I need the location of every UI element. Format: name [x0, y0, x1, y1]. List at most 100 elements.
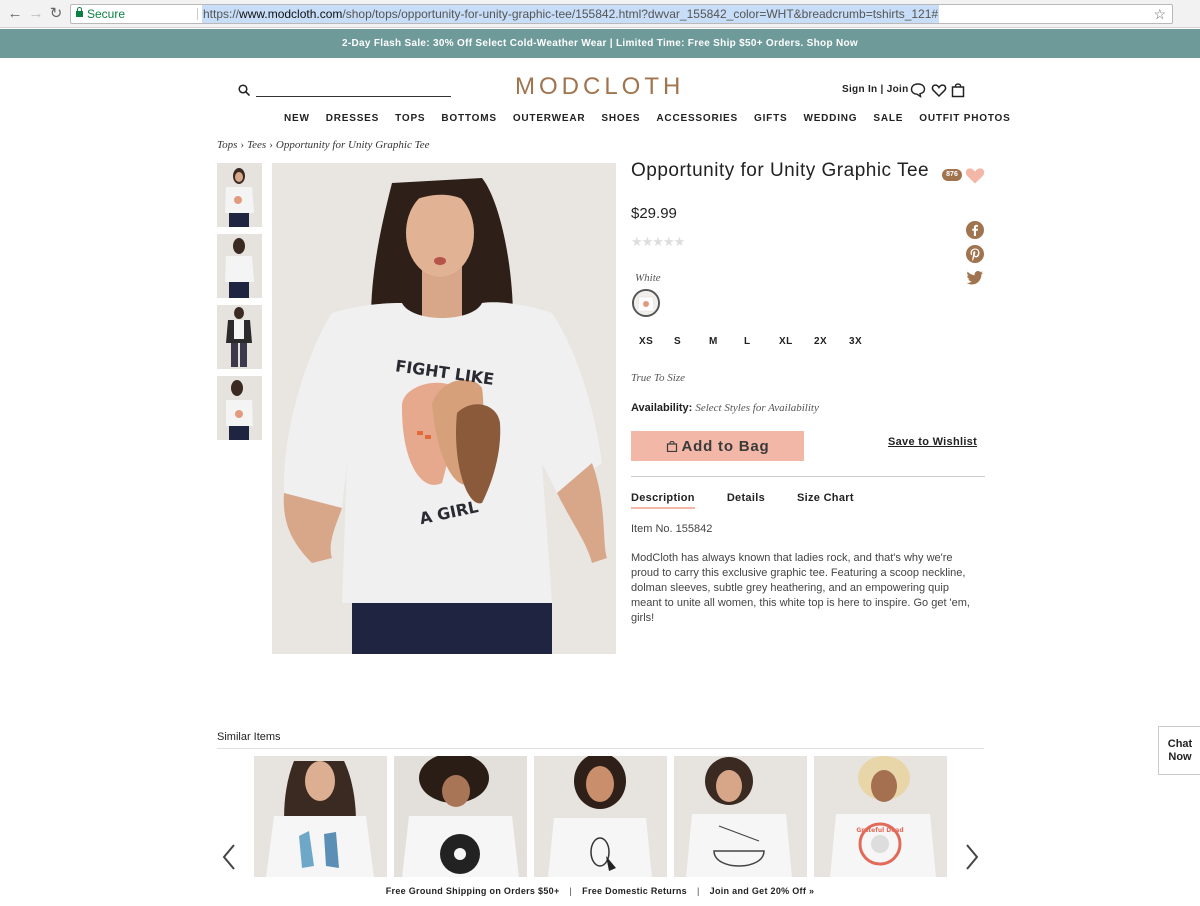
availability: Availability: Select Styles for Availabil…	[631, 402, 819, 414]
favorite-heart-icon[interactable]	[964, 164, 986, 186]
breadcrumb: Tops › Tees › Opportunity for Unity Graphic …	[217, 139, 430, 151]
product-price: $29.99	[631, 205, 677, 222]
nav-tops[interactable]: TOPS	[395, 113, 425, 124]
nav-gifts[interactable]: GIFTS	[754, 113, 787, 124]
size-selector: XS S M L XL 2X 3X	[639, 336, 884, 347]
model-outfit-image	[217, 305, 262, 369]
nav-shoes[interactable]: SHOES	[601, 113, 640, 124]
similar-item-4[interactable]	[674, 756, 807, 878]
add-to-bag-label: Add to Bag	[681, 437, 770, 455]
breadcrumb-current: Opportunity for Unity Graphic Tee	[275, 139, 430, 151]
size-xs[interactable]: XS	[639, 336, 674, 347]
similar-item-4-image	[674, 756, 807, 878]
thumbnail-outfit[interactable]	[217, 305, 262, 369]
availability-value: Select Styles for Availability	[695, 402, 819, 414]
nav-outfit-photos[interactable]: OUTFIT PHOTOS	[919, 113, 1010, 124]
chat-bubble-icon[interactable]	[910, 82, 926, 98]
similar-items-heading: Similar Items	[217, 731, 281, 743]
model-back-image	[217, 234, 262, 298]
nav-dresses[interactable]: DRESSES	[326, 113, 379, 124]
size-2x[interactable]: 2X	[814, 336, 849, 347]
nav-accessories[interactable]: ACCESSORIES	[656, 113, 738, 124]
footer-returns[interactable]: Free Domestic Returns	[582, 886, 687, 896]
join-link[interactable]: Join	[887, 84, 909, 95]
swatch-tee-image	[634, 291, 658, 315]
shopping-bag-icon[interactable]	[950, 82, 966, 98]
similar-item-2[interactable]	[394, 756, 527, 878]
nav-wedding[interactable]: WEDDING	[803, 113, 857, 124]
bookmark-star-icon[interactable]: ☆	[1153, 5, 1166, 23]
thumbnail-front[interactable]	[217, 163, 262, 227]
wishlist-count-badge: 876	[942, 169, 962, 181]
save-to-wishlist-link[interactable]: Save to Wishlist	[888, 436, 977, 448]
forward-icon[interactable]: →	[27, 5, 45, 23]
search-icon[interactable]	[238, 84, 250, 96]
size-xl[interactable]: XL	[779, 336, 814, 347]
product-tabs: Description Details Size Chart	[631, 492, 886, 509]
size-3x[interactable]: 3X	[849, 336, 884, 347]
sign-in-link[interactable]: Sign In	[842, 84, 877, 95]
breadcrumb-tops[interactable]: Tops	[217, 139, 237, 151]
similar-item-3[interactable]	[534, 756, 667, 878]
availability-label: Availability:	[631, 402, 693, 414]
similar-divider	[217, 748, 984, 749]
bag-icon	[666, 440, 677, 452]
tab-description[interactable]: Description	[631, 492, 695, 509]
main-product-image[interactable]: FIGHT LIKE A GIRL	[272, 163, 616, 654]
twitter-icon[interactable]	[966, 269, 984, 287]
divider	[631, 476, 985, 477]
size-l[interactable]: L	[744, 336, 779, 347]
thumbnail-side[interactable]	[217, 376, 262, 440]
similar-item-1-image	[254, 756, 387, 878]
thumbnail-back[interactable]	[217, 234, 262, 298]
product-title: Opportunity for Unity Graphic Tee	[631, 160, 930, 181]
carousel-prev-icon[interactable]	[219, 842, 239, 872]
add-to-bag-button[interactable]: Add to Bag	[631, 431, 804, 461]
lock-icon	[76, 7, 83, 17]
main-nav: NEW DRESSES TOPS BOTTOMS OUTERWEAR SHOES…	[284, 113, 1027, 124]
similar-item-3-image	[534, 756, 667, 878]
account-links: Sign In | Join	[842, 84, 909, 95]
rating-stars[interactable]: ★★★★★	[631, 234, 685, 250]
wishlist-heart-icon[interactable]	[931, 82, 947, 98]
address-bar[interactable]: Secure https://www.modcloth.com/shop/top…	[70, 4, 1173, 24]
model-front-image	[217, 163, 262, 227]
reload-icon[interactable]: ↻	[47, 5, 65, 23]
logo[interactable]: MODCLOTH	[515, 73, 684, 101]
browser-toolbar: ← → ↻ Secure https://www.modcloth.com/sh…	[0, 0, 1200, 28]
nav-sale[interactable]: SALE	[873, 113, 903, 124]
similar-item-5-image: Grateful Dead	[814, 756, 947, 878]
search-input[interactable]	[256, 96, 451, 97]
secure-indicator[interactable]: Secure	[76, 5, 125, 23]
similar-item-2-image	[394, 756, 527, 878]
similar-item-1[interactable]	[254, 756, 387, 878]
selected-color-name: White	[635, 272, 661, 284]
item-number: Item No. 155842	[631, 523, 713, 535]
facebook-icon[interactable]	[966, 221, 984, 239]
product-description: ModCloth has always known that ladies ro…	[631, 552, 970, 624]
size-s[interactable]: S	[674, 336, 709, 347]
size-m[interactable]: M	[709, 336, 744, 347]
promo-banner[interactable]: 2-Day Flash Sale: 30% Off Select Cold-We…	[0, 29, 1200, 58]
url-text[interactable]: https://www.modcloth.com/shop/tops/oppor…	[202, 5, 940, 23]
model-wearing-tee-image: FIGHT LIKE A GIRL	[272, 163, 616, 654]
similar-item-5-shirt-text: Grateful Dead	[856, 827, 903, 834]
footer-join[interactable]: Join and Get 20% Off »	[710, 886, 815, 896]
footer-shipping[interactable]: Free Ground Shipping on Orders $50+	[386, 886, 560, 896]
tab-size-chart[interactable]: Size Chart	[797, 492, 854, 509]
back-icon[interactable]: ←	[6, 5, 24, 23]
nav-outerwear[interactable]: OUTERWEAR	[513, 113, 586, 124]
similar-item-5[interactable]: Grateful Dead	[814, 756, 947, 878]
fit-note: True To Size	[631, 372, 686, 384]
model-side-image	[217, 376, 262, 440]
breadcrumb-tees[interactable]: Tees	[247, 139, 266, 151]
color-swatch-white[interactable]	[632, 289, 660, 317]
pinterest-icon[interactable]	[966, 245, 984, 263]
chat-now-button[interactable]: Chat Now	[1158, 726, 1200, 775]
tab-details[interactable]: Details	[727, 492, 765, 509]
nav-bottoms[interactable]: BOTTOMS	[441, 113, 496, 124]
nav-new[interactable]: NEW	[284, 113, 310, 124]
url-divider	[197, 8, 198, 20]
footer-bar: Free Ground Shipping on Orders $50+ | Free…	[0, 877, 1200, 906]
carousel-next-icon[interactable]	[962, 842, 982, 872]
